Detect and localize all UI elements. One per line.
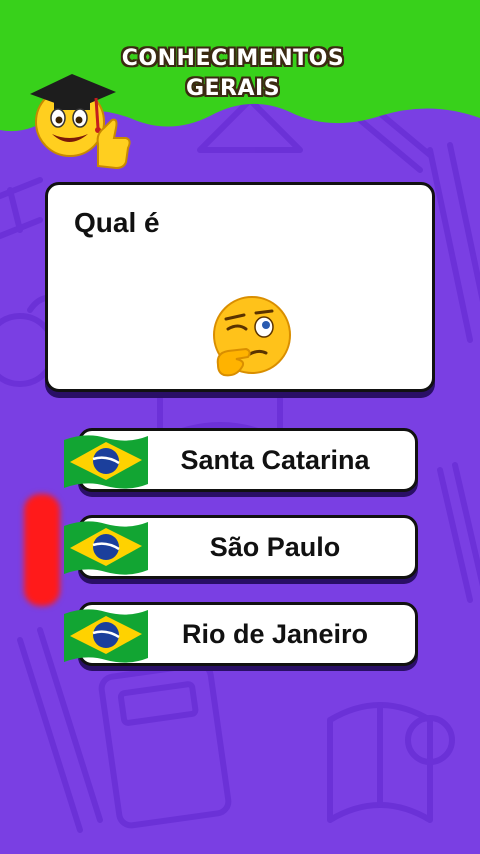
brazil-flag-icon xyxy=(64,609,148,663)
answer-option-3-label: Rio de Janeiro xyxy=(181,619,369,649)
answer-option-2-label: São Paulo xyxy=(209,532,341,562)
question-card: Qual é xyxy=(45,182,435,392)
selection-highlight-marker xyxy=(24,494,60,606)
brazil-flag-icon xyxy=(64,435,148,489)
question-text: Qual é xyxy=(74,207,160,238)
title-line-1: CONHECIMENTOS xyxy=(121,46,345,71)
game-title: CONHECIMENTOS GERAIS xyxy=(108,44,358,104)
answer-option-1-label: Santa Catarina xyxy=(180,445,370,475)
brazil-flag-icon xyxy=(64,521,148,575)
thinking-wink-emoji-icon xyxy=(213,296,291,377)
title-line-2: GERAIS xyxy=(185,76,281,101)
graduate-smiley-thumbs-up-icon xyxy=(30,74,131,170)
